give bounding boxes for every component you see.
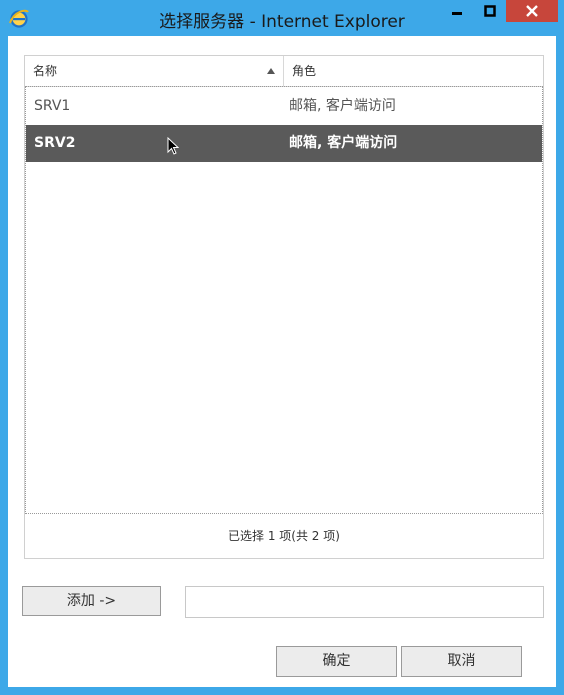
- maximize-icon: [483, 5, 496, 17]
- server-role: 邮箱, 客户端访问: [289, 135, 398, 151]
- server-list: 名称 角色 SRV1 邮箱, 客户端访问 SRV2 邮箱, 客户端访问 已选择 …: [24, 55, 544, 559]
- add-button[interactable]: 添加 ->: [22, 586, 161, 616]
- column-header-role[interactable]: 角色: [284, 56, 543, 86]
- close-button[interactable]: [506, 0, 558, 22]
- server-name: SRV2: [34, 135, 76, 151]
- sort-ascending-icon: [267, 68, 275, 74]
- column-header-role-label: 角色: [292, 64, 317, 78]
- mouse-cursor-icon: [167, 137, 179, 155]
- list-row-srv2[interactable]: SRV2 邮箱, 客户端访问: [26, 125, 542, 162]
- server-name: SRV1: [34, 98, 71, 114]
- list-body: SRV1 邮箱, 客户端访问 SRV2 邮箱, 客户端访问: [25, 86, 543, 514]
- title-bar[interactable]: 选择服务器 - Internet Explorer: [0, 0, 564, 36]
- ok-button[interactable]: 确定: [276, 646, 397, 677]
- column-header-name[interactable]: 名称: [25, 56, 284, 86]
- list-header: 名称 角色: [25, 56, 543, 87]
- list-row-srv1[interactable]: SRV1 邮箱, 客户端访问: [26, 88, 542, 125]
- column-header-name-label: 名称: [33, 64, 58, 78]
- minimize-icon: [451, 12, 462, 15]
- added-servers-field[interactable]: [185, 586, 544, 618]
- dialog-body: 名称 角色 SRV1 邮箱, 客户端访问 SRV2 邮箱, 客户端访问 已选择 …: [8, 36, 556, 687]
- close-icon: [526, 5, 538, 17]
- selection-status: 已选择 1 项(共 2 项): [228, 529, 340, 543]
- server-role: 邮箱, 客户端访问: [289, 98, 396, 114]
- cancel-button[interactable]: 取消: [401, 646, 522, 677]
- ie-window: 选择服务器 - Internet Explorer 名称 角色 SRV1 邮箱,…: [0, 0, 564, 695]
- minimize-button[interactable]: [440, 0, 473, 22]
- maximize-button[interactable]: [473, 0, 506, 22]
